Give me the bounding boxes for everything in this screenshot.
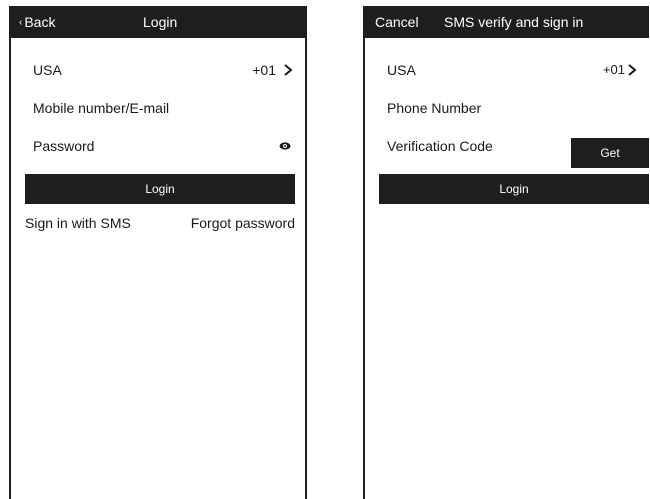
country-label: USA <box>33 62 62 78</box>
country-code-group: +01 <box>252 60 293 80</box>
get-code-button[interactable]: Get <box>571 138 649 168</box>
password-placeholder: Password <box>33 138 95 154</box>
chevron-right-icon <box>284 64 293 76</box>
back-label: Back <box>24 14 56 30</box>
country-code-group: +01 <box>603 60 637 80</box>
navbar: Cancel SMS verify and sign in <box>365 6 649 38</box>
forgot-password-link[interactable]: Forgot password <box>191 215 295 231</box>
page-title: Login <box>143 14 178 30</box>
cancel-button[interactable]: Cancel <box>375 14 419 30</box>
phone-number-field[interactable]: Phone Number <box>387 98 637 118</box>
login-button[interactable]: Login <box>379 174 649 204</box>
username-field[interactable]: Mobile number/E-mail <box>33 98 293 118</box>
login-screen: ‹ Back Login USA +01 Mobile number/E-mai… <box>9 6 307 499</box>
country-label: USA <box>387 62 416 78</box>
chevron-right-icon <box>628 64 637 76</box>
sign-in-with-sms-link[interactable]: Sign in with SMS <box>25 215 131 231</box>
chevron-left-icon: ‹ <box>19 17 23 28</box>
navbar: ‹ Back Login <box>11 6 305 38</box>
eye-icon[interactable] <box>279 141 291 151</box>
country-code: +01 <box>602 62 625 77</box>
country-selector[interactable]: USA +01 <box>387 60 637 80</box>
password-field[interactable]: Password <box>33 136 293 156</box>
country-code: +01 <box>252 62 276 78</box>
back-button[interactable]: ‹ Back <box>19 14 55 30</box>
country-selector[interactable]: USA +01 <box>33 60 293 80</box>
login-button[interactable]: Login <box>25 174 295 204</box>
sms-login-screen: Cancel SMS verify and sign in USA +01 Ph… <box>363 6 649 499</box>
page-title: SMS verify and sign in <box>444 14 584 30</box>
